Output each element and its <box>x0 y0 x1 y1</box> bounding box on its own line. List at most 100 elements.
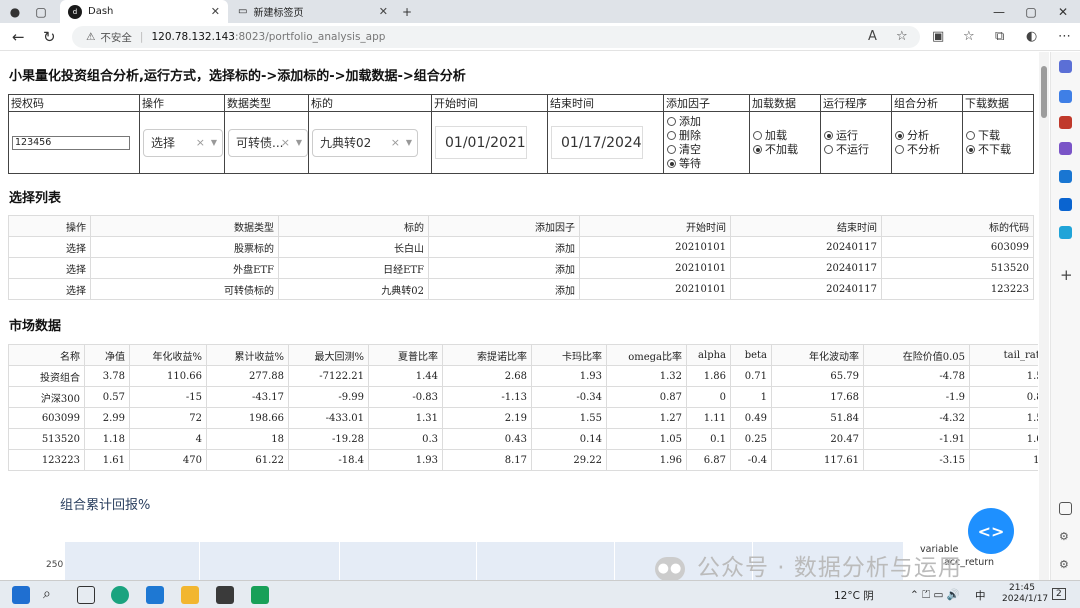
close-window-icon[interactable]: ✕ <box>1054 3 1072 20</box>
table-cell[interactable]: -19.28 <box>288 428 369 450</box>
table-cell[interactable]: 0.49 <box>730 407 772 429</box>
table-cell[interactable]: 1.44 <box>368 365 443 387</box>
table-cell[interactable]: -9.99 <box>288 386 369 408</box>
profile-icon[interactable]: ● <box>6 3 24 20</box>
load-option-load[interactable]: 加载 <box>753 129 817 143</box>
table-cell[interactable]: 6.87 <box>686 449 731 471</box>
table-cell[interactable]: 603099 <box>881 236 1034 258</box>
table-cell[interactable]: 0.88 <box>969 386 1038 408</box>
table-cell[interactable]: 0.14 <box>531 428 607 450</box>
tab-dash[interactable]: d Dash ✕ <box>60 0 228 23</box>
table-cell[interactable]: 1.61 <box>84 449 130 471</box>
table-cell[interactable]: 0.87 <box>606 386 687 408</box>
table-cell[interactable]: 4 <box>129 428 207 450</box>
chevron-down-icon[interactable]: ▼ <box>211 138 217 147</box>
table-cell[interactable]: 1.96 <box>606 449 687 471</box>
table-cell[interactable]: 2.68 <box>442 365 532 387</box>
task-view-icon[interactable] <box>77 586 95 604</box>
selection-column-header[interactable]: 数据类型 <box>90 215 279 237</box>
notification-badge[interactable]: 2 <box>1052 588 1066 600</box>
table-cell[interactable]: 2.99 <box>84 407 130 429</box>
table-cell[interactable]: 1.18 <box>84 428 130 450</box>
table-cell[interactable]: 添加 <box>428 278 580 300</box>
sidebar-toggle-icon[interactable] <box>1059 502 1072 515</box>
tray-icons[interactable]: ⌃ ⏍ ▭ 🔊 <box>910 588 960 602</box>
load-option-no-load[interactable]: 不加载 <box>753 143 817 157</box>
market-column-header[interactable]: 卡玛比率 <box>531 344 607 366</box>
table-cell[interactable]: 72 <box>129 407 207 429</box>
workspaces-icon[interactable]: ▢ <box>32 3 50 20</box>
table-cell[interactable]: 投资组合 <box>8 365 85 387</box>
table-cell[interactable]: 1 <box>730 386 772 408</box>
selection-column-header[interactable]: 开始时间 <box>579 215 731 237</box>
table-cell[interactable]: 1.11 <box>686 407 731 429</box>
table-cell[interactable]: 1.27 <box>606 407 687 429</box>
search-icon[interactable] <box>1059 60 1072 73</box>
table-cell[interactable]: 20210101 <box>579 278 731 300</box>
table-cell[interactable]: 选择 <box>8 257 91 279</box>
table-cell[interactable]: 603099 <box>8 407 85 429</box>
table-cell[interactable]: 61.22 <box>206 449 289 471</box>
start-date-picker[interactable]: 01/01/2021 <box>435 126 527 159</box>
outlook-icon[interactable] <box>1059 198 1072 211</box>
factor-option-wait[interactable]: 等待 <box>667 157 746 171</box>
table-cell[interactable]: 日经ETF <box>278 257 429 279</box>
table-cell[interactable]: 198.66 <box>206 407 289 429</box>
clock[interactable]: 21:45 2024/1/17 <box>1002 583 1048 605</box>
table-cell[interactable]: 1.86 <box>686 365 731 387</box>
selection-column-header[interactable]: 标的代码 <box>881 215 1034 237</box>
table-cell[interactable]: -1.9 <box>863 386 970 408</box>
analysis-option-no-analyze[interactable]: 不分析 <box>895 143 959 157</box>
table-cell[interactable]: 股票标的 <box>90 236 279 258</box>
table-cell[interactable]: -0.83 <box>368 386 443 408</box>
scrollbar-thumb[interactable] <box>1041 66 1047 118</box>
market-column-header[interactable]: 最大回测% <box>288 344 369 366</box>
table-cell[interactable]: 110.66 <box>129 365 207 387</box>
table-cell[interactable]: 九典转02 <box>278 278 429 300</box>
market-column-header[interactable]: beta <box>730 344 772 366</box>
code-toggle-button[interactable]: <> <box>968 508 1014 554</box>
table-cell[interactable]: 沪深300 <box>8 386 85 408</box>
clear-icon[interactable]: × <box>281 136 290 149</box>
table-cell[interactable]: 添加 <box>428 236 580 258</box>
table-cell[interactable]: 0.71 <box>730 365 772 387</box>
table-cell[interactable]: -15 <box>129 386 207 408</box>
table-cell[interactable]: -4.32 <box>863 407 970 429</box>
table-cell[interactable]: -3.15 <box>863 449 970 471</box>
tab-new[interactable]: ▭ 新建标签页 ✕ <box>230 0 396 23</box>
market-column-header[interactable]: 索提诺比率 <box>442 344 532 366</box>
clear-icon[interactable]: × <box>196 136 205 149</box>
table-cell[interactable]: 0.57 <box>84 386 130 408</box>
add-icon[interactable]: + <box>1060 266 1073 284</box>
market-column-header[interactable]: 年化波动率 <box>771 344 864 366</box>
market-column-header[interactable]: tail_ratio <box>969 344 1038 366</box>
table-cell[interactable]: 可转债标的 <box>90 278 279 300</box>
table-cell[interactable]: -7122.21 <box>288 365 369 387</box>
market-column-header[interactable]: 名称 <box>8 344 85 366</box>
drop-icon[interactable] <box>1059 226 1072 239</box>
market-column-header[interactable]: 夏普比率 <box>368 344 443 366</box>
table-cell[interactable]: 1.31 <box>368 407 443 429</box>
table-cell[interactable]: 0 <box>686 386 731 408</box>
table-cell[interactable]: 123223 <box>8 449 85 471</box>
table-cell[interactable]: 外盘ETF <box>90 257 279 279</box>
table-cell[interactable]: 0.3 <box>368 428 443 450</box>
factor-option-add[interactable]: 添加 <box>667 115 746 129</box>
shopping-icon[interactable] <box>1059 90 1072 103</box>
close-icon[interactable]: ✕ <box>211 5 220 18</box>
maximize-icon[interactable]: ▢ <box>1022 3 1040 20</box>
operation-dropdown[interactable]: 选择 × ▼ <box>143 128 223 157</box>
market-column-header[interactable]: 净值 <box>84 344 130 366</box>
table-cell[interactable]: -0.4 <box>730 449 772 471</box>
table-cell[interactable]: -1.91 <box>863 428 970 450</box>
factor-option-delete[interactable]: 删除 <box>667 129 746 143</box>
clear-icon[interactable]: × <box>391 136 400 149</box>
table-cell[interactable]: 1.32 <box>606 365 687 387</box>
refresh-icon[interactable]: ↻ <box>43 28 56 46</box>
table-cell[interactable]: 123223 <box>881 278 1034 300</box>
data-type-dropdown[interactable]: 可转债... × ▼ <box>228 128 308 157</box>
analysis-option-analyze[interactable]: 分析 <box>895 129 959 143</box>
selection-column-header[interactable]: 标的 <box>278 215 429 237</box>
table-cell[interactable]: 513520 <box>881 257 1034 279</box>
table-cell[interactable]: 20.47 <box>771 428 864 450</box>
